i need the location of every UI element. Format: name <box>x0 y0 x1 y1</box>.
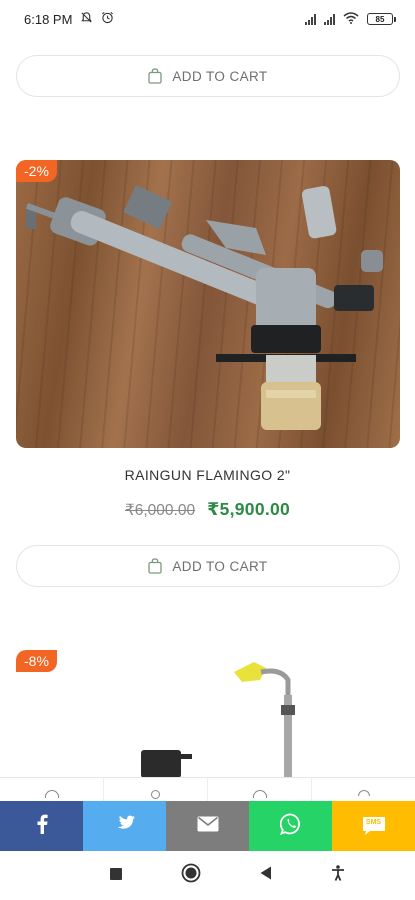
battery-icon: 85 <box>367 13 396 25</box>
nav-search[interactable] <box>104 778 208 801</box>
share-sms-button[interactable]: SMS <box>332 801 415 851</box>
price-row: ₹6,000.00 ₹5,900.00 <box>0 499 415 520</box>
sms-label: SMS <box>365 819 382 826</box>
share-facebook-button[interactable] <box>0 801 83 851</box>
original-price: ₹6,000.00 <box>124 502 196 519</box>
discount-badge: -8% <box>16 650 57 672</box>
nav-home[interactable] <box>0 778 104 801</box>
raingun-illustration <box>25 185 383 430</box>
discount-badge: -2% <box>16 160 57 182</box>
status-time: 6:18 PM <box>24 11 73 27</box>
signal-icon <box>324 13 335 25</box>
home-button-icon[interactable] <box>181 863 201 888</box>
sale-price: ₹5,900.00 <box>207 499 291 519</box>
alarm-off-icon <box>80 11 93 27</box>
alarm-clock-icon <box>101 11 114 27</box>
add-to-cart-button[interactable]: ADD TO CART <box>16 545 400 587</box>
whatsapp-icon <box>279 813 302 840</box>
cart-icon <box>252 790 267 798</box>
product-title[interactable]: RAINGUN FLAMINGO 2" <box>0 467 415 483</box>
twitter-icon <box>114 815 136 838</box>
product-image[interactable]: -8% <box>16 650 400 778</box>
share-twitter-button[interactable] <box>83 801 166 851</box>
nav-wishlist[interactable] <box>312 778 415 801</box>
add-to-cart-label: ADD TO CART <box>172 558 268 574</box>
recent-apps-icon[interactable] <box>109 867 122 885</box>
facebook-icon <box>36 814 48 839</box>
accessibility-icon[interactable] <box>331 865 345 886</box>
add-to-cart-button[interactable]: ADD TO CART <box>16 55 400 97</box>
shopping-bag-icon <box>148 68 163 84</box>
battery-level: 85 <box>375 14 385 24</box>
share-email-button[interactable] <box>166 801 249 851</box>
share-bar: SMS <box>0 801 415 851</box>
heart-icon <box>357 790 370 796</box>
wifi-icon <box>343 11 359 27</box>
status-bar: 6:18 PM 85 <box>0 0 415 38</box>
system-navigation-bar <box>0 851 415 900</box>
signal-icon <box>305 13 316 25</box>
shopping-bag-icon <box>148 558 163 574</box>
sprayer-illustration <box>141 662 295 778</box>
add-to-cart-label: ADD TO CART <box>172 68 268 84</box>
nav-cart[interactable] <box>208 778 312 801</box>
back-icon[interactable] <box>260 866 272 885</box>
share-whatsapp-button[interactable] <box>249 801 332 851</box>
bottom-navigation <box>0 777 415 801</box>
sms-icon: SMS <box>362 816 386 836</box>
product-image[interactable]: -2% <box>16 160 400 448</box>
email-icon <box>197 816 219 837</box>
home-icon <box>44 790 59 798</box>
search-icon <box>151 790 160 799</box>
